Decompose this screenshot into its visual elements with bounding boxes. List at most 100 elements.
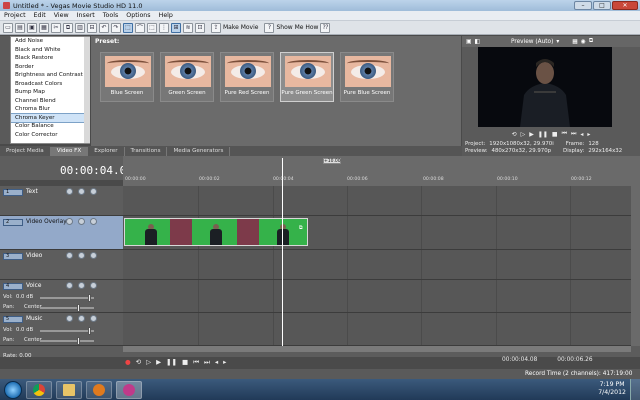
mute-icon[interactable] <box>78 315 85 322</box>
paste-icon[interactable]: ▥ <box>75 22 85 33</box>
next-frame-icon[interactable]: ▸ <box>223 358 226 366</box>
prev-frame-icon[interactable]: ◂ <box>580 131 583 138</box>
next-frame-icon[interactable]: ▸ <box>587 131 590 138</box>
save-icon[interactable]: ▣ <box>27 22 37 33</box>
track-name[interactable]: Voice <box>26 283 41 289</box>
track-header[interactable]: 3 Video <box>0 250 123 279</box>
tab-project-media[interactable]: Project Media <box>0 147 51 156</box>
preset-pure-green-screen[interactable]: Pure Green Screen <box>280 52 334 102</box>
menu-edit[interactable]: Edit <box>34 12 46 19</box>
go-to-end-icon[interactable]: ⏭ <box>571 130 576 138</box>
fx-item-selected[interactable]: Chroma Keyer <box>11 112 89 123</box>
solo-icon[interactable] <box>90 315 97 322</box>
solo-icon[interactable] <box>78 218 85 225</box>
fx-item[interactable]: Color Corrector <box>11 131 89 140</box>
taskbar-vegas[interactable] <box>116 380 142 399</box>
copy-snapshot-icon[interactable]: ⧉ <box>589 38 593 45</box>
record-icon[interactable] <box>66 315 73 322</box>
mute-icon[interactable] <box>66 252 73 259</box>
chevron-down-icon[interactable]: ▾ <box>556 39 559 45</box>
fx-item[interactable]: Chroma Blur <box>11 105 89 114</box>
tab-explorer[interactable]: Explorer <box>88 147 125 156</box>
go-to-start-icon[interactable]: ⏮ <box>562 130 567 138</box>
tab-transitions[interactable]: Transitions <box>125 147 168 156</box>
menu-project[interactable]: Project <box>4 12 26 19</box>
loop-region-marker[interactable]: +10.00 <box>323 158 341 164</box>
snapshot-icon[interactable]: ◉ <box>581 39 586 45</box>
preset-pure-blue-screen[interactable]: Pure Blue Screen <box>340 52 394 102</box>
start-button[interactable] <box>4 380 22 399</box>
auto-ripple-icon[interactable]: ≋ <box>183 22 193 33</box>
track-lane[interactable] <box>123 280 631 312</box>
fx-item[interactable]: Brightness and Contrast <box>11 71 89 80</box>
taskbar-explorer[interactable] <box>56 380 82 399</box>
track-header[interactable]: 5 Music Vol: 0.0 dB Pan: Center <box>0 313 123 345</box>
preset-pure-red-screen[interactable]: Pure Red Screen <box>220 52 274 102</box>
taskbar-chrome[interactable] <box>26 380 52 399</box>
preview-quality-dropdown[interactable]: Preview (Auto) <box>511 39 553 45</box>
fx-list-scrollbar[interactable] <box>84 37 90 143</box>
show-me-how-button[interactable]: ? Show Me How <box>264 22 318 33</box>
track-name[interactable]: Text <box>26 189 38 195</box>
stop-icon[interactable]: ■ <box>182 358 188 366</box>
pan-slider[interactable] <box>40 304 94 312</box>
copy-icon[interactable]: ⧉ <box>63 22 73 33</box>
system-clock[interactable]: 7:19 PM 7/4/2012 <box>598 381 626 397</box>
menu-help[interactable]: Help <box>159 12 173 19</box>
maximize-button[interactable]: □ <box>593 1 611 10</box>
timeline-vertical-scrollbar[interactable] <box>631 156 640 346</box>
play-icon[interactable]: ▶ <box>529 131 534 138</box>
show-desktop-button[interactable] <box>630 379 640 400</box>
video-fx-list[interactable]: Add Noise Black and White Black Restore … <box>10 36 90 144</box>
record-icon[interactable]: ● <box>125 358 131 366</box>
stop-icon[interactable]: ■ <box>552 131 558 138</box>
fx-item[interactable]: Color Balance <box>11 122 89 131</box>
whats-this-icon[interactable]: ⁇ <box>320 22 331 33</box>
go-to-start-icon[interactable]: ⏮ <box>193 358 199 367</box>
play-from-start-icon[interactable]: ▷ <box>521 131 526 138</box>
loop-icon[interactable]: ⟲ <box>136 358 141 366</box>
menu-options[interactable]: Options <box>126 12 150 19</box>
fx-icon[interactable] <box>90 218 97 225</box>
fx-item[interactable]: Black Restore <box>11 54 89 63</box>
split-screen-icon[interactable]: ◧ <box>474 39 479 45</box>
track-lane[interactable] <box>123 313 631 345</box>
fx-icon[interactable] <box>90 252 97 259</box>
redo-icon[interactable]: ↷ <box>111 22 121 33</box>
timeline-ruler[interactable]: 00:00:00 00:00:02 00:00:04 00:00:06 00:0… <box>123 156 631 186</box>
mute-icon[interactable] <box>66 188 73 195</box>
event-fx-icon[interactable]: ⧉ <box>299 225 306 239</box>
envelope-tool-icon[interactable]: ⌒ <box>135 22 145 33</box>
volume-slider[interactable] <box>40 294 94 302</box>
trim-icon[interactable]: ⊟ <box>87 22 97 33</box>
fx-item[interactable]: Broadcast Colors <box>11 80 89 89</box>
fx-item[interactable]: Black and White <box>11 46 89 55</box>
lock-icon[interactable]: ⊡ <box>195 22 205 33</box>
solo-icon[interactable] <box>78 252 85 259</box>
volume-slider[interactable] <box>40 327 94 335</box>
track-name[interactable]: Music <box>26 316 43 322</box>
mute-icon[interactable] <box>78 282 85 289</box>
menu-view[interactable]: View <box>54 12 69 19</box>
split-icon[interactable]: ⋮ <box>159 22 169 33</box>
track-lane[interactable] <box>123 250 631 279</box>
play-from-start-icon[interactable]: ▷ <box>146 358 151 366</box>
go-to-end-icon[interactable]: ⏭ <box>204 358 210 367</box>
play-icon[interactable]: ▶ <box>156 358 161 366</box>
loop-icon[interactable]: ⟲ <box>512 131 517 138</box>
taskbar-media-player[interactable] <box>86 380 112 399</box>
snap-icon[interactable]: ⊞ <box>171 22 181 33</box>
fx-item[interactable]: Bump Map <box>11 88 89 97</box>
tab-video-fx[interactable]: Video FX <box>50 147 89 156</box>
pause-icon[interactable]: ❚❚ <box>166 358 177 366</box>
video-clip[interactable] <box>124 218 308 246</box>
video-output-icon[interactable]: ▣ <box>466 39 471 45</box>
open-icon[interactable]: ▤ <box>15 22 25 33</box>
overlays-icon[interactable]: ▦ <box>572 39 577 45</box>
prev-frame-icon[interactable]: ◂ <box>215 358 218 366</box>
selection-tool-icon[interactable]: ⬚ <box>147 22 157 33</box>
record-icon[interactable] <box>66 282 73 289</box>
fx-item[interactable]: Add Noise <box>11 37 89 46</box>
edit-tool-icon[interactable]: ⬚ <box>123 22 133 33</box>
solo-icon[interactable] <box>78 188 85 195</box>
